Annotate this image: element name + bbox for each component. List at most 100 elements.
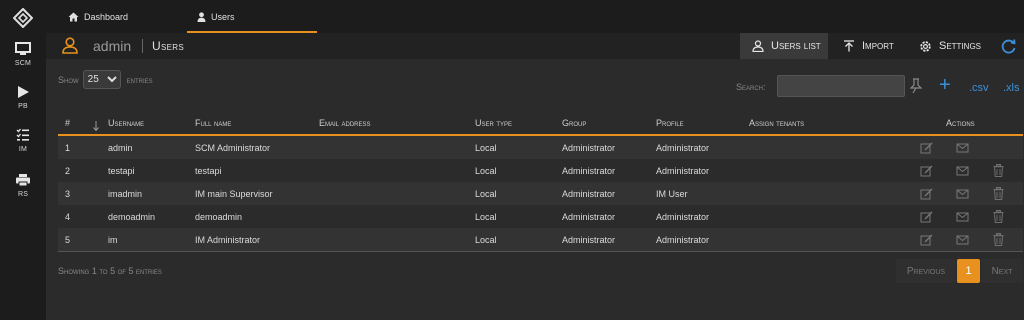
- settings-button[interactable]: Settings: [919, 33, 981, 59]
- table-bottom-border: [58, 251, 1023, 252]
- cell-username: admin: [108, 143, 133, 153]
- page-header: admin Users Users list Import Settings: [46, 33, 1024, 59]
- edit-icon[interactable]: [920, 233, 933, 246]
- page-length-select[interactable]: 25: [82, 70, 121, 89]
- cell-fullname: demoadmin: [195, 212, 243, 222]
- cell-number: 3: [65, 189, 71, 199]
- cell-number: 2: [65, 166, 71, 176]
- table-row[interactable]: 4 demoadmin demoadmin Local Administrato…: [58, 205, 1023, 228]
- col-header-assign-tenants[interactable]: Assign tenants: [749, 118, 804, 128]
- printer-icon: [16, 174, 30, 187]
- cell-profile: Administrator: [656, 143, 710, 153]
- play-icon: [18, 86, 29, 98]
- mail-icon[interactable]: [956, 141, 969, 154]
- monitor-icon: [15, 42, 31, 55]
- cell-fullname: SCM Administrator: [195, 143, 271, 153]
- user-avatar-icon: [62, 37, 78, 54]
- cell-usertype: Local: [475, 235, 497, 245]
- cell-profile: IM User: [656, 189, 688, 199]
- mail-icon[interactable]: [956, 233, 969, 246]
- col-header-username[interactable]: Username: [108, 118, 144, 128]
- previous-page-button[interactable]: Previous: [896, 259, 956, 283]
- cell-usertype: Local: [475, 166, 497, 176]
- sidebar-item-label: SCM: [14, 60, 32, 67]
- table-row[interactable]: 2 testapi testapi Local Administrator Ad…: [58, 159, 1023, 182]
- table-row[interactable]: 1 admin SCM Administrator Local Administ…: [58, 136, 1023, 159]
- cell-fullname: IM Administrator: [195, 235, 261, 245]
- refresh-icon: [1001, 38, 1016, 53]
- cell-usertype: Local: [475, 143, 497, 153]
- page-title: Users: [152, 39, 184, 53]
- import-label: Import: [862, 40, 894, 52]
- search-input[interactable]: [777, 75, 905, 97]
- table-row[interactable]: 5 im IM Administrator Local Administrato…: [58, 228, 1023, 251]
- edit-icon[interactable]: [920, 187, 933, 200]
- next-page-button[interactable]: Next: [981, 259, 1023, 283]
- col-header-usertype[interactable]: User type: [475, 118, 512, 128]
- sort-arrow-icon: [93, 121, 99, 133]
- trash-icon[interactable]: [993, 164, 1004, 177]
- col-header-group[interactable]: Group: [562, 118, 586, 128]
- col-header-email[interactable]: Email address: [319, 118, 371, 128]
- export-csv-button[interactable]: .csv: [969, 82, 989, 94]
- cell-number: 1: [65, 143, 71, 153]
- show-label: Show: [58, 74, 79, 85]
- edit-icon[interactable]: [920, 141, 933, 154]
- cell-profile: Administrator: [656, 166, 710, 176]
- col-header-actions: Actions: [946, 118, 975, 128]
- users-list-label: Users list: [771, 40, 821, 52]
- cell-fullname: IM main Supervisor: [195, 189, 273, 199]
- cell-profile: Administrator: [656, 212, 710, 222]
- export-xls-button[interactable]: .xls: [1003, 82, 1020, 94]
- tab-label: Dashboard: [84, 11, 129, 22]
- import-button[interactable]: Import: [843, 33, 894, 59]
- cell-group: Administrator: [562, 235, 616, 245]
- tab-users[interactable]: Users: [187, 0, 317, 33]
- trash-icon[interactable]: [993, 210, 1004, 223]
- edit-icon[interactable]: [920, 164, 933, 177]
- mail-icon[interactable]: [956, 210, 969, 223]
- mail-icon[interactable]: [956, 164, 969, 177]
- pin-icon[interactable]: [909, 78, 923, 94]
- cell-fullname: testapi: [195, 166, 222, 176]
- col-header-number[interactable]: #: [65, 118, 70, 128]
- upload-icon: [844, 40, 854, 52]
- mail-icon[interactable]: [956, 187, 969, 200]
- page-1-button[interactable]: 1: [957, 259, 980, 283]
- col-header-fullname[interactable]: Full name: [195, 118, 231, 128]
- sidebar-item-scm[interactable]: SCM: [0, 42, 46, 67]
- sidebar-item-rs[interactable]: RS: [0, 173, 46, 198]
- cell-username: testapi: [108, 166, 135, 176]
- edit-icon[interactable]: [920, 210, 933, 223]
- user-icon: [197, 11, 206, 22]
- users-table: # Username Full name Email address User …: [58, 112, 1023, 252]
- users-list-button[interactable]: Users list: [740, 33, 828, 59]
- home-icon: [68, 12, 79, 21]
- cell-username: demoadmin: [108, 212, 156, 222]
- sidebar: SCM PB IM RS: [0, 0, 46, 320]
- cell-group: Administrator: [562, 143, 616, 153]
- sidebar-item-im[interactable]: IM: [0, 128, 46, 153]
- cell-profile: Administrator: [656, 235, 710, 245]
- cell-username: im: [108, 235, 118, 245]
- table-row[interactable]: 3 imadmin IM main Supervisor Local Admin…: [58, 182, 1023, 205]
- cell-usertype: Local: [475, 212, 497, 222]
- logo-icon[interactable]: [13, 8, 33, 28]
- col-header-profile[interactable]: Profile: [656, 118, 684, 128]
- cell-group: Administrator: [562, 166, 616, 176]
- trash-icon[interactable]: [993, 187, 1004, 200]
- settings-label: Settings: [939, 40, 982, 52]
- cell-username: imadmin: [108, 189, 143, 199]
- sidebar-item-pb[interactable]: PB: [0, 85, 46, 110]
- current-username: admin: [93, 38, 132, 54]
- sidebar-item-label: IM: [18, 146, 28, 153]
- page-length-control: Show 25 entries: [58, 70, 153, 89]
- trash-icon[interactable]: [993, 233, 1004, 246]
- add-user-button[interactable]: +: [939, 75, 951, 95]
- sidebar-item-label: PB: [18, 103, 28, 110]
- entries-label: entries: [126, 74, 153, 85]
- cell-group: Administrator: [562, 212, 616, 222]
- search-label: Search:: [736, 82, 766, 92]
- tab-dashboard[interactable]: Dashboard: [68, 0, 128, 33]
- refresh-button[interactable]: [1000, 33, 1024, 59]
